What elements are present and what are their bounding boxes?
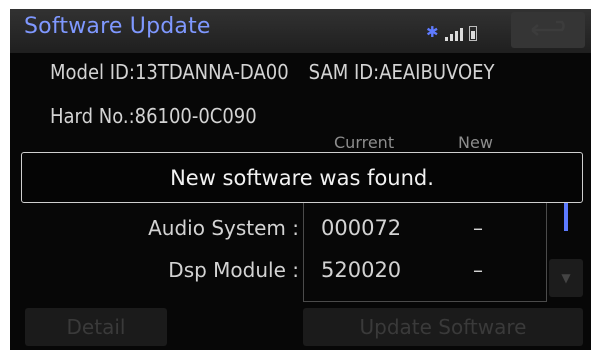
column-header-current: Current	[334, 133, 395, 152]
screen: Software Update ✱ Model ID:13TDANNA-DA00…	[10, 9, 591, 350]
bluetooth-icon: ✱	[426, 23, 439, 41]
column-header-new: New	[458, 133, 493, 152]
status-icons: ✱	[426, 21, 477, 41]
detail-button[interactable]: Detail	[25, 308, 167, 346]
component-label-audio: Audio System :	[148, 216, 299, 240]
back-arrow-icon	[531, 20, 565, 36]
id-row: Model ID:13TDANNA-DA00 SAM ID:AEAIBUVOEY	[50, 60, 494, 84]
dsp-current-version: 520020	[321, 258, 402, 282]
hard-no: Hard No.:86100-0C090	[50, 104, 257, 128]
scroll-down-button[interactable]: ▼	[549, 259, 583, 297]
scrollbar[interactable]: ▼	[549, 203, 583, 301]
battery-icon	[468, 26, 477, 41]
page-title: Software Update	[24, 14, 211, 39]
audio-current-version: 000072	[321, 216, 402, 240]
dsp-new-version: –	[473, 258, 483, 282]
update-software-button[interactable]: Update Software	[303, 308, 583, 346]
chevron-down-icon: ▼	[561, 271, 571, 285]
popup-message: New software was found.	[170, 165, 434, 190]
notification-popup: New software was found.	[21, 152, 583, 203]
back-button[interactable]	[511, 12, 585, 48]
component-label-dsp: Dsp Module :	[168, 258, 299, 282]
scroll-thumb[interactable]	[564, 203, 568, 231]
signal-icon	[444, 27, 463, 41]
sam-id: SAM ID:AEAIBUVOEY	[308, 60, 495, 84]
model-id: Model ID:13TDANNA-DA00	[50, 60, 289, 84]
header-bar: Software Update ✱	[10, 9, 591, 53]
audio-new-version: –	[473, 216, 483, 240]
